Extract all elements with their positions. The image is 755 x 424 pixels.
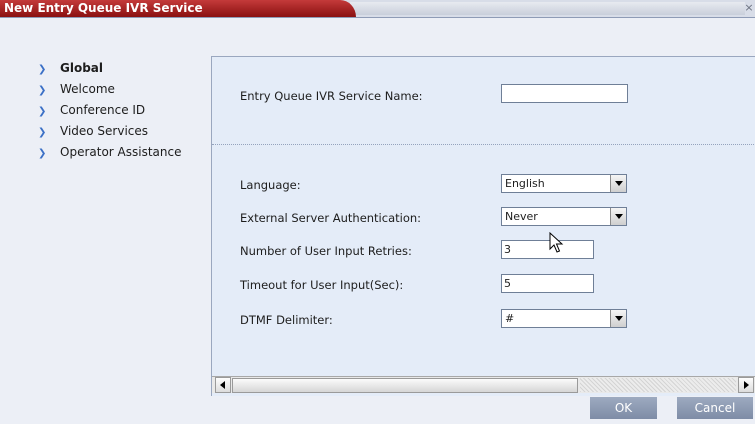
language-value: English <box>505 177 545 190</box>
scroll-left-icon[interactable] <box>215 377 231 393</box>
scrollbar-thumb[interactable] <box>232 378 578 393</box>
retries-label: Number of User Input Retries: <box>240 244 412 258</box>
cancel-button[interactable]: Cancel <box>677 397 753 419</box>
chevron-right-icon: ❯ <box>38 85 47 96</box>
nav-item-operator-assistance[interactable]: ❯ Operator Assistance <box>38 142 208 163</box>
dtmf-value: # <box>505 312 515 325</box>
chevron-right-icon: ❯ <box>38 106 47 117</box>
chevron-right-icon: ❯ <box>38 64 47 75</box>
language-label: Language: <box>240 178 301 192</box>
nav-item-label: Operator Assistance <box>60 145 182 159</box>
scroll-right-icon[interactable] <box>738 377 754 393</box>
window-title: New Entry Queue IVR Service <box>4 1 203 15</box>
nav-item-label: Welcome <box>60 82 115 96</box>
ext-auth-label: External Server Authentication: <box>240 211 422 225</box>
scrollbar-track[interactable] <box>580 378 736 392</box>
chevron-right-icon: ❯ <box>38 127 47 138</box>
dropdown-arrow-icon[interactable] <box>610 208 626 225</box>
title-bar-fill <box>350 2 745 15</box>
timeout-label: Timeout for User Input(Sec): <box>240 278 404 292</box>
nav-item-conference-id[interactable]: ❯ Conference ID <box>38 100 208 121</box>
ok-button[interactable]: OK <box>590 397 657 419</box>
timeout-input[interactable]: 5 <box>501 274 594 293</box>
dtmf-label: DTMF Delimiter: <box>240 313 333 327</box>
dropdown-arrow-icon[interactable] <box>610 310 626 327</box>
nav-item-video-services[interactable]: ❯ Video Services <box>38 121 208 142</box>
nav-item-welcome[interactable]: ❯ Welcome <box>38 79 208 100</box>
horizontal-scrollbar[interactable] <box>212 376 755 393</box>
dropdown-arrow-icon[interactable] <box>610 175 626 192</box>
title-tab: New Entry Queue IVR Service <box>0 0 356 17</box>
nav-item-label: Global <box>60 61 104 75</box>
retries-input[interactable]: 3 <box>501 240 594 259</box>
title-bar: New Entry Queue IVR Service × <box>0 0 755 18</box>
ext-auth-select[interactable]: Never <box>501 207 627 226</box>
nav-item-label: Conference ID <box>60 103 146 117</box>
close-icon[interactable]: × <box>744 2 754 14</box>
dtmf-select[interactable]: # <box>501 309 627 328</box>
content-panel: Entry Queue IVR Service Name: Language: … <box>211 56 755 396</box>
section-divider <box>212 144 755 145</box>
service-name-label: Entry Queue IVR Service Name: <box>240 89 423 103</box>
nav-item-label: Video Services <box>60 124 149 138</box>
dialog-window: New Entry Queue IVR Service × ❯ Global ❯… <box>0 0 755 424</box>
chevron-right-icon: ❯ <box>38 148 47 159</box>
ext-auth-value: Never <box>505 210 538 223</box>
side-nav: ❯ Global ❯ Welcome ❯ Conference ID ❯ Vid… <box>38 58 208 163</box>
nav-item-global[interactable]: ❯ Global <box>38 58 208 79</box>
service-name-input[interactable] <box>501 84 628 103</box>
language-select[interactable]: English <box>501 174 627 193</box>
mouse-pointer-icon <box>549 232 564 253</box>
